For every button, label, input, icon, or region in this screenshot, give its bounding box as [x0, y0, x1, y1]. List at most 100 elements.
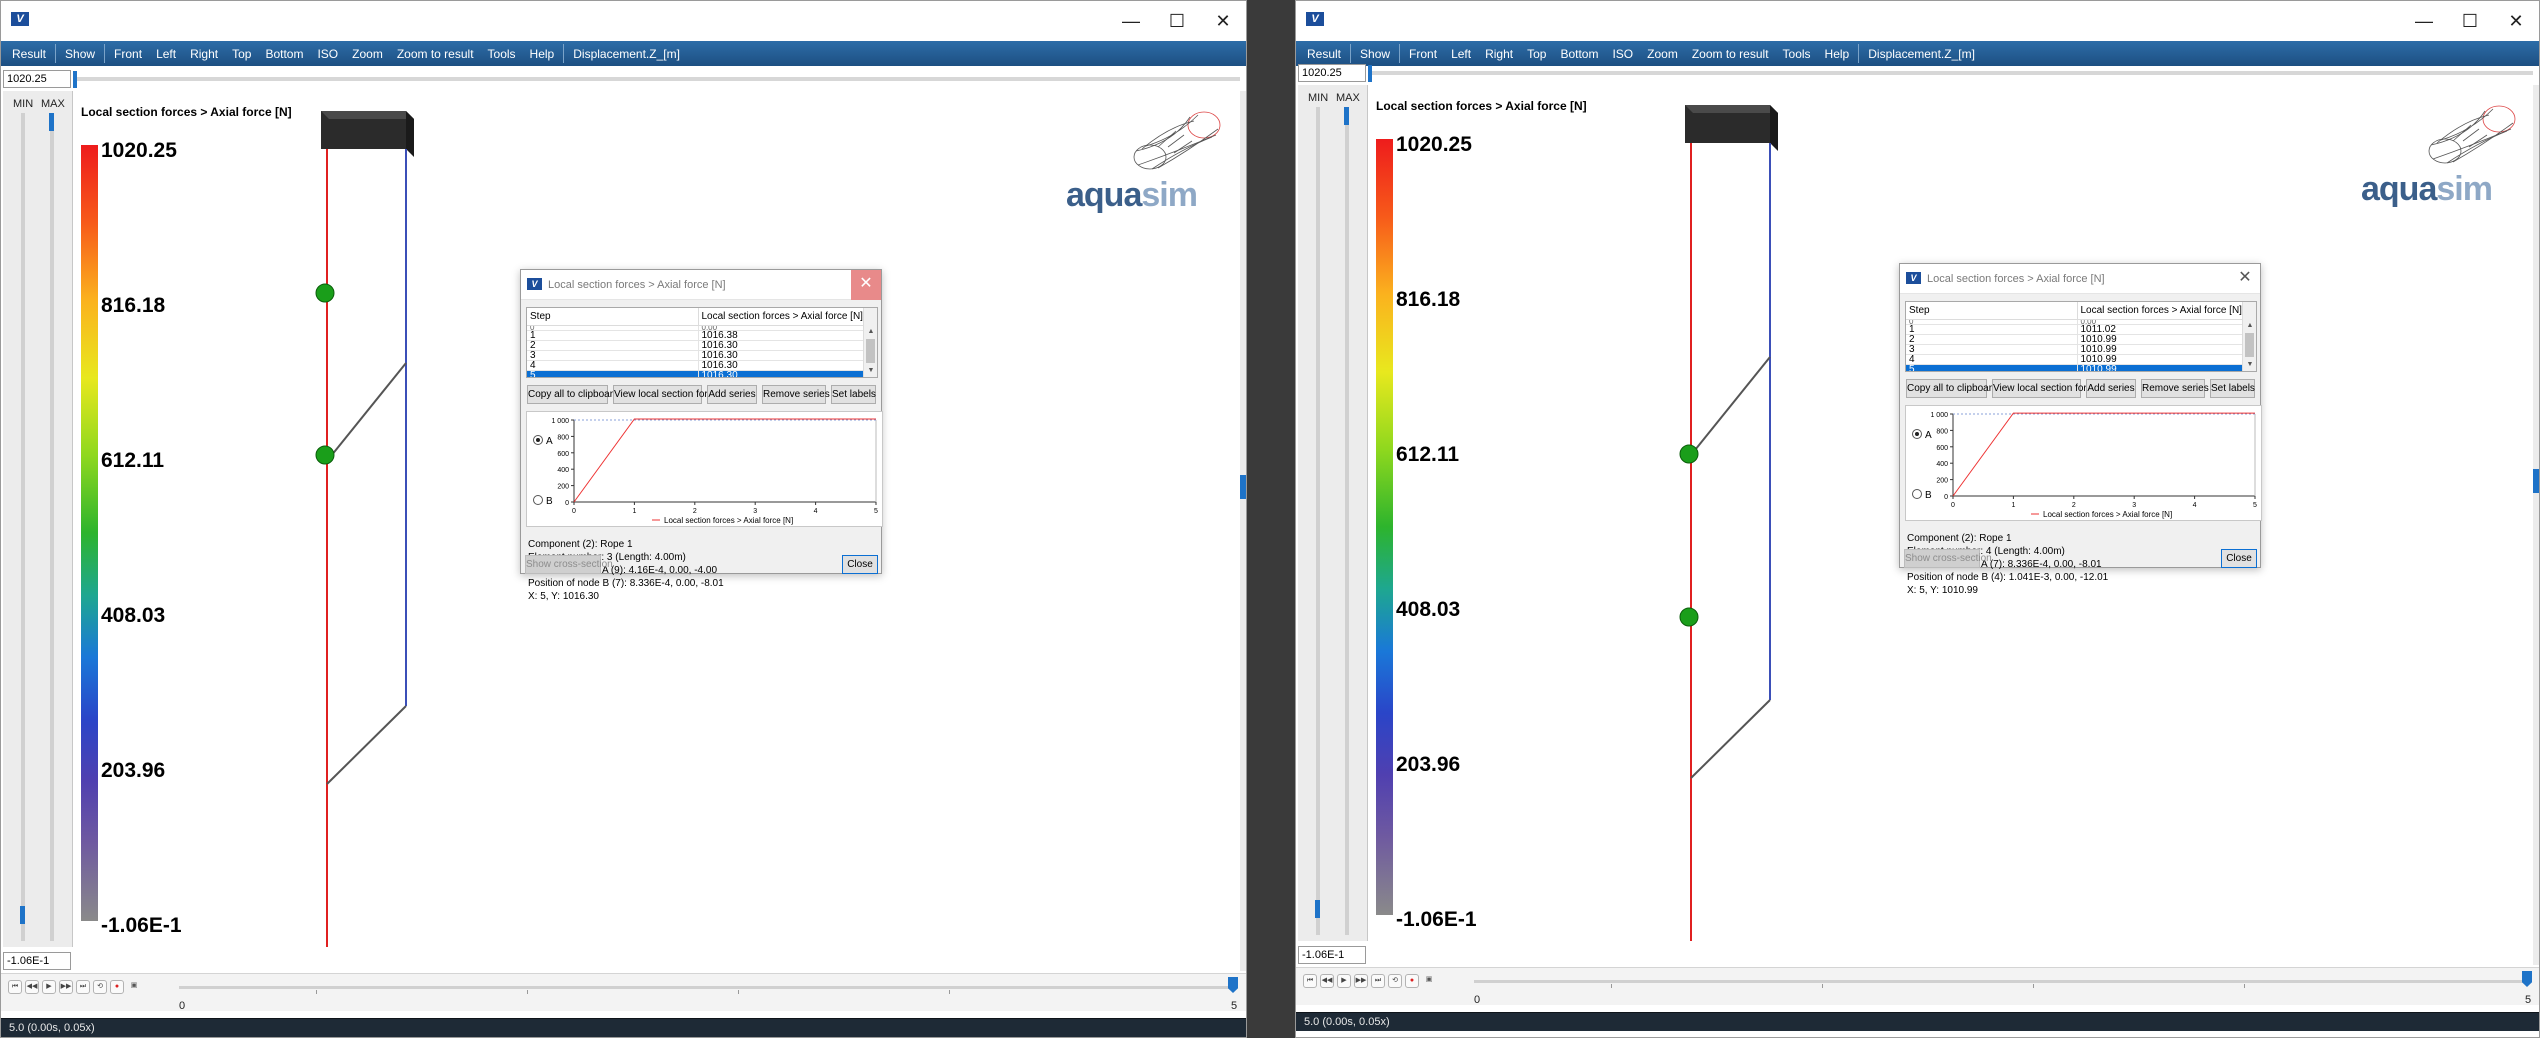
table-row-selected[interactable]: 5 1016.30 [527, 370, 868, 377]
copy-clipboard-button[interactable]: Copy all to clipboard [1906, 379, 1998, 398]
menu-result[interactable]: Result [1300, 47, 1348, 61]
show-cross-section-button[interactable]: Show cross-section [1904, 549, 1992, 568]
menu-top[interactable]: Top [1520, 47, 1553, 61]
menu-zoom-to-result[interactable]: Zoom to result [390, 47, 481, 61]
close-window-button[interactable]: ✕ [2493, 1, 2539, 41]
menu-zoom-to-result[interactable]: Zoom to result [1685, 47, 1776, 61]
column-step[interactable]: Step [1906, 302, 2078, 320]
min-slider-thumb[interactable] [20, 906, 25, 924]
menu-show[interactable]: Show [58, 47, 102, 61]
menu-zoom[interactable]: Zoom [1640, 47, 1685, 61]
menu-left[interactable]: Left [149, 47, 183, 61]
menu-result-type[interactable]: Displacement.Z_[m] [566, 47, 687, 61]
skip-start-icon[interactable]: ⏮ [8, 980, 22, 994]
remove-series-button[interactable]: Remove series [2141, 379, 2209, 398]
max-slider-track[interactable] [50, 113, 54, 941]
table-row[interactable]: 1 1011.02 [1906, 324, 2247, 335]
column-value[interactable]: Local section forces > Axial force [N] [698, 308, 868, 326]
menu-right[interactable]: Right [1478, 47, 1520, 61]
menu-bottom[interactable]: Bottom [258, 47, 310, 61]
show-cross-section-button[interactable]: Show cross-section [525, 555, 613, 574]
maximize-button[interactable]: ☐ [2447, 1, 2493, 41]
menu-tools[interactable]: Tools [1776, 47, 1818, 61]
dialog-close-icon[interactable]: ✕ [2230, 264, 2260, 294]
table-row[interactable]: 4 1016.30 [527, 360, 868, 371]
dialog-close-button[interactable]: Close [842, 555, 878, 574]
dialog-close-icon[interactable]: ✕ [851, 270, 881, 300]
skip-end-icon[interactable]: ⏭ [76, 980, 90, 994]
time-slider-track[interactable] [1370, 71, 2533, 75]
menu-tools[interactable]: Tools [481, 47, 523, 61]
record-icon[interactable]: ● [110, 980, 124, 994]
playback-thumb[interactable] [2522, 971, 2532, 987]
view-section-forces-button[interactable]: View local section forces [1992, 379, 2102, 398]
time-slider-thumb[interactable] [1368, 65, 1372, 82]
min-value-field[interactable]: -1.06E-1 [1298, 946, 1366, 964]
add-series-button[interactable]: Add series [2086, 379, 2136, 398]
menu-show[interactable]: Show [1353, 47, 1397, 61]
menu-bottom[interactable]: Bottom [1553, 47, 1605, 61]
max-slider-track[interactable] [1345, 107, 1349, 935]
table-scrollbar[interactable]: ▲ ▼ [863, 308, 877, 377]
play-icon[interactable]: ▶ [1337, 974, 1351, 988]
minimize-button[interactable]: — [2401, 1, 2447, 41]
play-icon[interactable]: ▶ [42, 980, 56, 994]
playback-track[interactable] [179, 986, 1233, 989]
add-series-button[interactable]: Add series [707, 385, 757, 404]
skip-end-icon[interactable]: ⏭ [1371, 974, 1385, 988]
table-row[interactable]: 1 1016.38 [527, 330, 868, 341]
dialog-close-button[interactable]: Close [2221, 549, 2257, 568]
camera-icon[interactable]: ▣ [1422, 974, 1436, 988]
max-value-field[interactable]: 1020.25 [1298, 64, 1366, 82]
menu-zoom[interactable]: Zoom [345, 47, 390, 61]
step-forward-icon[interactable]: ▶▶ [1354, 974, 1368, 988]
time-slider-track[interactable] [75, 77, 1240, 81]
skip-start-icon[interactable]: ⏮ [1303, 974, 1317, 988]
menu-top[interactable]: Top [225, 47, 258, 61]
min-slider-track[interactable] [1316, 107, 1320, 935]
3d-viewport[interactable]: Local section forces > Axial force [N] 1… [1369, 85, 2533, 965]
menu-result[interactable]: Result [5, 47, 53, 61]
step-back-icon[interactable]: ◀◀ [1320, 974, 1334, 988]
time-slider-thumb[interactable] [73, 71, 77, 88]
menu-result-type[interactable]: Displacement.Z_[m] [1861, 47, 1982, 61]
step-back-icon[interactable]: ◀◀ [25, 980, 39, 994]
loop-icon[interactable]: ⟲ [93, 980, 107, 994]
minimize-button[interactable]: — [1108, 1, 1154, 41]
close-window-button[interactable]: ✕ [1200, 1, 1246, 41]
min-value-field[interactable]: -1.06E-1 [3, 952, 71, 970]
set-labels-button[interactable]: Set labels [831, 385, 876, 404]
menu-help[interactable]: Help [523, 47, 562, 61]
table-scrollbar[interactable]: ▲ ▼ [2242, 302, 2256, 371]
menu-front[interactable]: Front [107, 47, 149, 61]
menu-help[interactable]: Help [1818, 47, 1857, 61]
min-slider-track[interactable] [21, 113, 25, 941]
max-value-field[interactable]: 1020.25 [3, 70, 71, 88]
menu-front[interactable]: Front [1402, 47, 1444, 61]
table-row[interactable]: 3 1016.30 [527, 350, 868, 361]
step-forward-icon[interactable]: ▶▶ [59, 980, 73, 994]
maximize-button[interactable]: ☐ [1154, 1, 1200, 41]
table-row[interactable]: 2 1016.30 [527, 340, 868, 351]
view-section-forces-button[interactable]: View local section forces [613, 385, 723, 404]
3d-viewport[interactable]: Local section forces > Axial force [N] 1… [74, 91, 1240, 971]
camera-icon[interactable]: ▣ [127, 980, 141, 994]
table-row[interactable]: 2 1010.99 [1906, 334, 2247, 345]
remove-series-button[interactable]: Remove series [762, 385, 830, 404]
menu-left[interactable]: Left [1444, 47, 1478, 61]
column-step[interactable]: Step [527, 308, 699, 326]
table-row-selected[interactable]: 5 1010.99 [1906, 364, 2247, 371]
table-row[interactable]: 4 1010.99 [1906, 354, 2247, 365]
set-labels-button[interactable]: Set labels [2210, 379, 2255, 398]
playback-track[interactable] [1474, 980, 2526, 983]
max-slider-thumb[interactable] [1344, 107, 1349, 125]
menu-right[interactable]: Right [183, 47, 225, 61]
record-icon[interactable]: ● [1405, 974, 1419, 988]
viewport-scrollbar[interactable] [2533, 85, 2539, 965]
menu-iso[interactable]: ISO [310, 47, 345, 61]
min-slider-thumb[interactable] [1315, 900, 1320, 918]
copy-clipboard-button[interactable]: Copy all to clipboard [527, 385, 619, 404]
playback-thumb[interactable] [1228, 977, 1238, 993]
loop-icon[interactable]: ⟲ [1388, 974, 1402, 988]
viewport-scrollbar[interactable] [1240, 91, 1246, 971]
